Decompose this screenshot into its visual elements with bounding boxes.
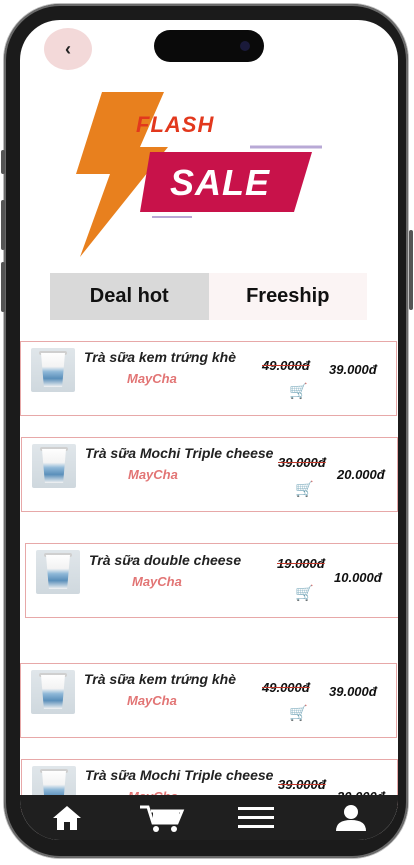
flash-text: FLASH: [136, 112, 215, 137]
new-price: 20.000đ: [337, 467, 385, 482]
app-screen: ‹ FLASH SALE Deal hot Freeship Trà sữa k…: [20, 20, 398, 840]
volume-up-button: [1, 200, 5, 250]
product-name: Trà sữa kem trứng khè: [84, 671, 237, 687]
old-price: 19.000đ: [277, 556, 325, 571]
old-price: 39.000đ: [278, 777, 326, 792]
product-name: Trà sữa kem trứng khè: [84, 349, 237, 365]
power-button: [409, 230, 413, 310]
tab-freeship[interactable]: Freeship: [208, 273, 367, 320]
product-card[interactable]: Trà sữa double cheese MayCha 19.000đ 10.…: [25, 543, 398, 618]
new-price: 39.000đ: [329, 684, 377, 699]
home-icon: [53, 805, 82, 830]
product-brand: MayCha: [127, 693, 177, 708]
product-brand: MayCha: [128, 467, 178, 482]
product-name: Trà sữa Mochi Triple cheese: [85, 767, 274, 783]
nav-home[interactable]: [37, 798, 97, 838]
product-image: [31, 670, 75, 714]
new-price: 39.000đ: [329, 362, 377, 377]
product-image: [32, 444, 76, 488]
product-image: [36, 550, 80, 594]
sale-text: SALE: [170, 162, 271, 203]
product-card[interactable]: Trà sữa kem trứng khè MayCha 49.000đ 39.…: [20, 663, 397, 738]
add-to-cart-icon[interactable]: 🛒: [295, 584, 314, 602]
dynamic-island: [154, 30, 264, 62]
product-card[interactable]: Trà sữa Mochi Triple cheese MayCha 39.00…: [21, 437, 398, 512]
user-icon: [335, 804, 366, 831]
old-price: 49.000đ: [262, 680, 310, 695]
nav-cart[interactable]: [132, 798, 192, 838]
volume-down-button: [1, 262, 5, 312]
nav-menu[interactable]: [226, 798, 286, 838]
add-to-cart-icon[interactable]: 🛒: [295, 480, 314, 498]
old-price: 49.000đ: [262, 358, 310, 373]
nav-profile[interactable]: [321, 798, 381, 838]
back-button[interactable]: ‹: [44, 28, 92, 70]
old-price: 39.000đ: [278, 455, 326, 470]
product-card[interactable]: Trà sữa kem trứng khè MayCha 49.000đ 39.…: [20, 341, 397, 416]
side-button: [1, 150, 5, 174]
tab-bar: Deal hot Freeship: [50, 273, 367, 320]
chevron-left-icon: ‹: [65, 38, 71, 59]
product-brand: MayCha: [127, 371, 177, 386]
add-to-cart-icon[interactable]: 🛒: [289, 382, 308, 400]
bottom-navigation: [20, 795, 398, 840]
product-brand: MayCha: [132, 574, 182, 589]
product-name: Trà sữa Mochi Triple cheese: [85, 445, 274, 461]
new-price: 10.000đ: [334, 570, 382, 585]
product-name: Trà sữa double cheese: [89, 552, 242, 568]
cart-icon: [139, 805, 184, 832]
add-to-cart-icon[interactable]: 🛒: [289, 704, 308, 722]
tab-deal-hot[interactable]: Deal hot: [50, 273, 209, 320]
product-image: [31, 348, 75, 392]
menu-icon: [238, 806, 275, 828]
